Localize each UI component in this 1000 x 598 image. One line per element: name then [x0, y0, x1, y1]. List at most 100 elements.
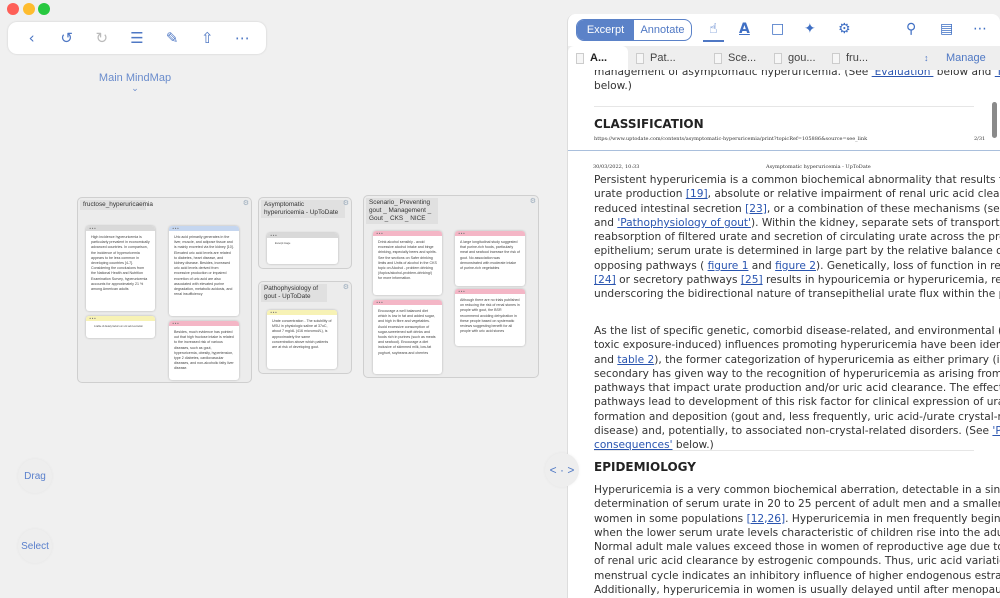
excerpt-card[interactable]: ••• A table of dietary factors on uric ac… [86, 316, 155, 338]
node-settings-icon[interactable]: ⚙ [530, 197, 536, 205]
text-line: disease) and, potentially, to associated… [594, 424, 1000, 438]
text-line: menstrual cycle indicates an inhibitory … [594, 569, 1000, 582]
select-label: Select [21, 540, 49, 552]
node-settings-icon[interactable]: ⚙ [343, 283, 349, 291]
text-highlight-icon[interactable]: A [739, 21, 750, 37]
reference-link[interactable]: [23] [745, 203, 767, 215]
sort-icon[interactable]: ↕ [924, 53, 940, 63]
excerpt-card[interactable]: ••• Although there are no trials publishe… [455, 289, 525, 346]
search-icon[interactable]: ⚲ [906, 21, 916, 37]
document-tab[interactable]: Sce... [706, 46, 766, 70]
text-line: determination of serum urate in 20 to 25… [594, 498, 1000, 511]
back-icon[interactable]: ‹ [20, 29, 44, 47]
redo-icon[interactable]: ↻ [90, 29, 114, 47]
divider [594, 106, 974, 107]
select-mode-button[interactable]: Select [18, 529, 52, 563]
document-tab[interactable]: fru... [824, 46, 924, 70]
group-title[interactable]: Pathophysiology of gout - UpToDate [261, 284, 327, 302]
group-title[interactable]: fructose_hyperuricaemia [80, 200, 153, 210]
bookmark-icon[interactable]: ▤ [940, 21, 953, 37]
close-window-button[interactable] [7, 3, 19, 15]
group-title[interactable]: Asymptomatic hyperuricemia - UpToDate [261, 200, 345, 218]
card-text: Uric acid primarily generates in the liv… [174, 235, 234, 297]
annotate-mode-button[interactable]: Annotate [634, 20, 691, 40]
document-tab[interactable]: Pat... [628, 46, 706, 70]
text-line: Normal adult male values exceed those in… [594, 541, 1000, 554]
card-text: Although there are no trials published o… [460, 298, 520, 334]
zoom-window-button[interactable] [38, 3, 50, 15]
card-text: Drink alcohol sensibly - avoid excessive… [378, 240, 437, 281]
undo-icon[interactable]: ↺ [55, 29, 79, 47]
lasso-icon[interactable]: ✦ [804, 21, 816, 37]
card-text: Urate concentration - The solubility of … [272, 319, 332, 350]
reference-link[interactable]: 'Pathophysiology of gout' [617, 217, 751, 229]
excerpt-card[interactable]: ••• High incidence hyperuricemia is parti… [86, 226, 155, 311]
text-line: of renal uric acid clearance by estrogen… [594, 555, 1000, 568]
excerpt-card[interactable]: ••• A large longitudinal study suggested … [455, 231, 525, 286]
excerpt-card[interactable]: ••• Urate concentration - The solubility … [267, 310, 337, 369]
reference-link[interactable]: figure 1 [708, 260, 749, 272]
more-icon[interactable]: ⋯ [973, 21, 987, 37]
text-line: when the lower serum urate levels charac… [594, 526, 1000, 539]
reference-link[interactable]: [19] [686, 188, 708, 200]
classification-heading: CLASSIFICATION [594, 117, 704, 131]
outline-list-icon[interactable]: ☰ [125, 29, 149, 47]
tab-label: gou... [788, 52, 816, 64]
splitter-handle[interactable]: < · > [545, 453, 579, 487]
text-line: below.) [594, 80, 632, 93]
excerpt-mode-button[interactable]: Excerpt [577, 20, 634, 40]
text-line: Hyperuricemia is a very common biochemic… [594, 484, 1000, 496]
page-footer-url: https://www.uptodate.com/contents/asympt… [594, 136, 868, 142]
divider [594, 450, 974, 451]
drag-label: Drag [24, 470, 46, 482]
document-tab[interactable]: gou... [766, 46, 824, 70]
settings-badge-icon[interactable]: ⚙ [838, 21, 851, 37]
group-title[interactable]: Scenario_ Preventing gout _ Management _… [366, 198, 438, 224]
excerpt-card[interactable]: ••• Besides, much evidence has pointed ou… [169, 321, 239, 380]
card-text: A table of dietary factors on uric acid … [94, 325, 143, 328]
paragraph: Persistent hyperuricemia is a common bio… [594, 173, 1000, 302]
node-settings-icon[interactable]: ⚙ [343, 199, 349, 207]
page-number: 2/31 [974, 136, 986, 142]
document-icon [774, 52, 782, 64]
reference-link[interactable]: [25] [741, 274, 763, 286]
node-settings-icon[interactable]: ⚙ [243, 199, 249, 207]
edit-icon[interactable]: ✎ [160, 29, 184, 47]
reference-link[interactable]: [24] [594, 274, 616, 286]
chevron-down-icon[interactable]: ⌄ [60, 84, 210, 93]
reader-pane: Excerpt Annotate ☝ A □ ✦ ⚙ ⚲ ▤ ⋯ A... Pa… [567, 14, 1000, 598]
reference-link[interactable]: [12,26] [747, 513, 786, 525]
reference-link[interactable]: figure 2 [775, 260, 816, 272]
card-text: Excerpt image [275, 242, 291, 245]
paragraph: Hyperuricemia is a very common biochemic… [594, 483, 1000, 597]
text-line: and 'Pathophysiology of gout'). Within t… [594, 216, 1000, 229]
rectangle-select-icon[interactable]: □ [771, 21, 784, 37]
document-tab[interactable]: A... [568, 46, 628, 70]
more-icon[interactable]: ⋯ [230, 29, 254, 47]
text-line: Additionally, hyperuricemia in women is … [594, 584, 1000, 597]
excerpt-card[interactable]: ••• Uric acid primarily generates in the … [169, 226, 239, 316]
tab-label: Sce... [728, 52, 757, 64]
tab-label: A... [590, 52, 608, 64]
text-line: pathways lead to development of this ris… [594, 396, 1000, 409]
hand-pointer-icon[interactable]: ☝ [703, 21, 724, 42]
card-text: A large longitudinal study suggested tha… [460, 240, 520, 271]
paragraph: As the list of specific genetic, comorbi… [594, 324, 1000, 453]
minimize-window-button[interactable] [23, 3, 35, 15]
excerpt-card[interactable]: ••• Drink alcohol sensibly - avoid excess… [373, 231, 442, 295]
document-icon [636, 52, 644, 64]
excerpt-card[interactable]: ••• Excerpt image [267, 233, 338, 264]
text-line: underscoring the bidirectional nature of… [594, 288, 1000, 301]
page-header-title: Asymptomatic hyperuricemia - UpToDate [766, 164, 871, 170]
document-icon [714, 52, 722, 64]
reference-link[interactable]: table 2 [617, 354, 654, 366]
page-header-date: 30/03/2022, 10:33 [593, 164, 640, 170]
excerpt-card[interactable]: ••• Encourage a well balanced diet which … [373, 300, 442, 374]
share-icon[interactable]: ⇧ [195, 29, 219, 47]
reference-link[interactable]: 'Potential clinical [992, 425, 1000, 437]
drag-mode-button[interactable]: Drag [18, 459, 52, 493]
mindmap-title[interactable]: Main MindMap ⌄ [60, 72, 210, 93]
splitter-arrows-icon: < · > [549, 463, 575, 477]
manage-tabs-button[interactable]: Manage [946, 52, 986, 64]
scrollbar[interactable] [992, 102, 997, 138]
